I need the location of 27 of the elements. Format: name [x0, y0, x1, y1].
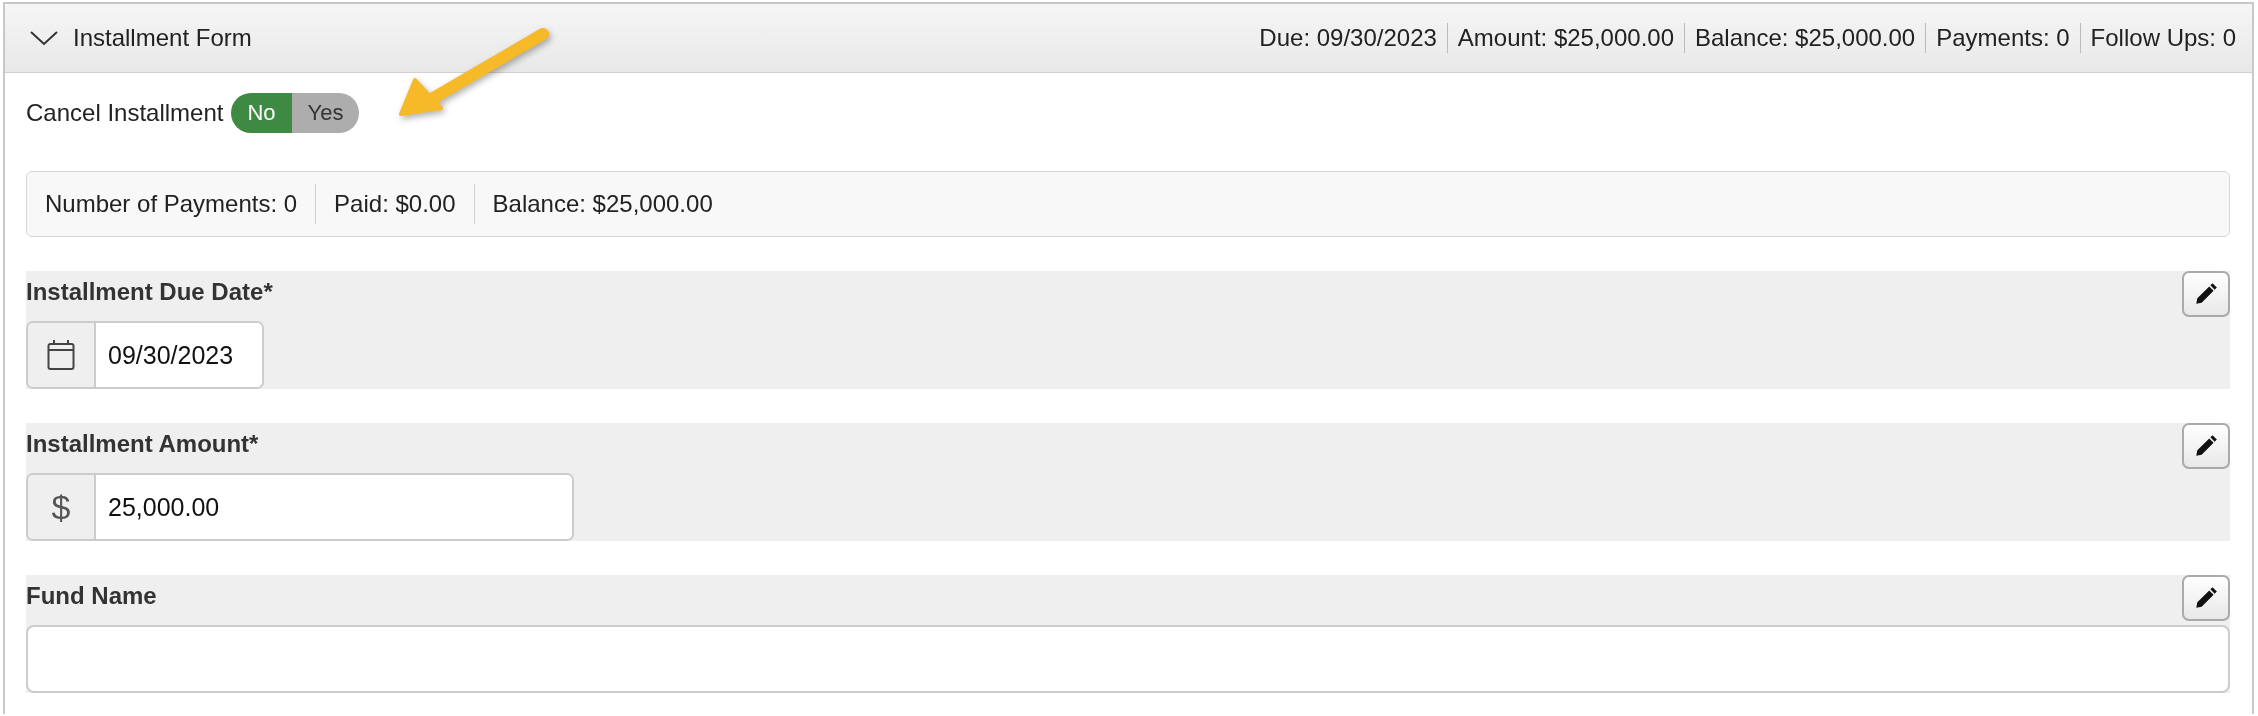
- pencil-icon: [2193, 281, 2219, 307]
- summary-item: Balance: $25,000.00: [1695, 24, 1916, 52]
- totals-item: Number of Payments: 0: [45, 190, 298, 218]
- field-label: Installment Amount*: [26, 429, 259, 458]
- summary-item: Amount: $25,000.00: [1457, 24, 1674, 52]
- amount-field[interactable]: $ 25,000.00: [26, 473, 574, 541]
- totals-item: Balance: $25,000.00: [492, 190, 713, 218]
- summary-item: Payments: 0: [1936, 24, 2070, 52]
- totals-item: Paid: $0.00: [334, 190, 456, 218]
- currency-prefix: $: [28, 475, 96, 539]
- pencil-icon: [2193, 433, 2219, 459]
- toggle-option[interactable]: No: [231, 93, 292, 133]
- panel-title: Installment Form: [73, 24, 252, 52]
- calendar-icon: [47, 339, 75, 371]
- field-label: Installment Due Date*: [26, 277, 273, 306]
- edit-button[interactable]: [2182, 575, 2230, 621]
- edit-button[interactable]: [2182, 423, 2230, 469]
- panel-header[interactable]: Installment Form Due: 09/30/2023 Amount: $25,000.00 Balance: $25,000.00 Payments: 0 Follow Ups: 0: [5, 4, 2252, 73]
- pencil-icon: [2193, 585, 2219, 611]
- field-label: Fund Name: [26, 581, 157, 610]
- summary-item: Follow Ups: 0: [2090, 24, 2236, 52]
- toggle-option[interactable]: Yes: [291, 93, 360, 133]
- summary-item: Due: 09/30/2023: [1259, 24, 1437, 52]
- edit-button[interactable]: [2182, 271, 2230, 317]
- date-field[interactable]: 09/30/2023: [26, 321, 264, 389]
- input-field[interactable]: [26, 625, 2230, 693]
- toggle-label: Cancel Installment: [26, 99, 224, 127]
